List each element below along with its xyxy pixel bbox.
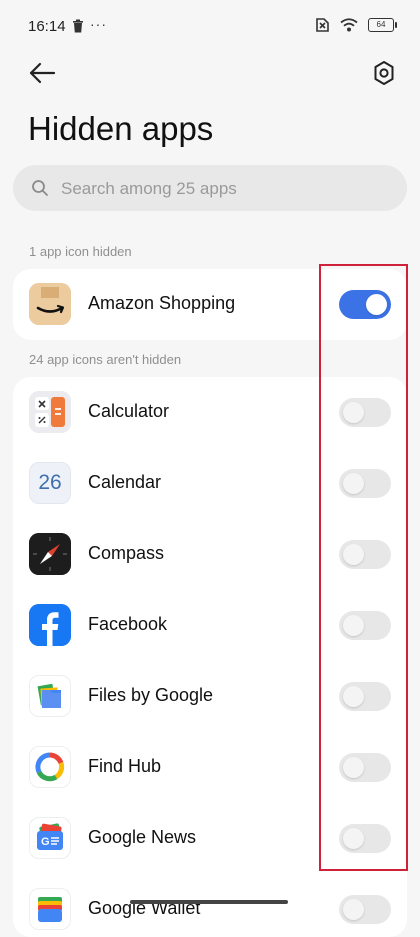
facebook-icon: [29, 604, 71, 646]
app-row-google-wallet[interactable]: Google Wallet: [13, 874, 407, 937]
hide-toggle-google-news[interactable]: [339, 824, 391, 853]
back-arrow-icon[interactable]: [28, 60, 56, 86]
no-sim-icon: [316, 18, 329, 32]
toggle-knob: [343, 615, 364, 636]
hide-toggle-calculator[interactable]: [339, 398, 391, 427]
visible-apps-card: Calculator 26 Calendar Compass Facebook …: [13, 377, 407, 937]
app-name-label: Find Hub: [88, 756, 162, 776]
app-row-compass[interactable]: Compass: [13, 519, 407, 590]
app-row-google-news[interactable]: G Google News: [13, 803, 407, 874]
search-icon: [32, 180, 48, 196]
calendar-icon-date: 26: [38, 471, 62, 494]
calculator-icon: [29, 391, 71, 433]
toggle-knob: [343, 757, 364, 778]
hide-toggle-amazon-shopping[interactable]: [339, 290, 391, 319]
google-wallet-icon: [29, 888, 71, 930]
app-name-label: Facebook: [88, 614, 168, 634]
toggle-knob: [343, 828, 364, 849]
files-by-google-icon: [29, 675, 71, 717]
app-row-calendar[interactable]: 26 Calendar: [13, 448, 407, 519]
find-hub-icon: [29, 746, 71, 788]
calendar-icon: 26: [29, 462, 71, 504]
hide-toggle-find-hub[interactable]: [339, 753, 391, 782]
more-notifications-icon: ···: [90, 16, 107, 32]
app-row-find-hub[interactable]: Find Hub: [13, 732, 407, 803]
gesture-home-bar[interactable]: [130, 900, 288, 904]
app-name-label: Amazon Shopping: [88, 293, 236, 313]
status-bar: 16:14 ··· 64: [0, 0, 420, 56]
app-row-facebook[interactable]: Facebook: [13, 590, 407, 661]
search-bar[interactable]: [13, 165, 407, 213]
status-right: 64: [314, 18, 397, 32]
toggle-knob: [343, 686, 364, 707]
app-name-label: Files by Google: [88, 685, 214, 705]
status-time: 16:14: [28, 18, 66, 35]
app-row-amazon-shopping[interactable]: Amazon Shopping: [13, 269, 407, 340]
app-name-label: Calendar: [88, 472, 162, 492]
app-name-label: Calculator: [88, 401, 170, 421]
toggle-knob: [343, 544, 364, 565]
hidden-apps-card: Amazon Shopping: [13, 269, 407, 340]
app-row-calculator[interactable]: Calculator: [13, 377, 407, 448]
compass-icon: [29, 533, 71, 575]
toggle-knob: [343, 402, 364, 423]
trash-icon: [73, 19, 83, 33]
battery-icon: 64: [368, 18, 397, 32]
app-name-label: Compass: [88, 543, 165, 563]
wifi-icon: [340, 18, 358, 32]
search-input[interactable]: [59, 165, 393, 213]
toggle-knob: [366, 294, 387, 315]
app-name-label: Google News: [88, 827, 197, 847]
amazon-shopping-icon: [29, 283, 71, 325]
hide-toggle-compass[interactable]: [339, 540, 391, 569]
page-title: Hidden apps: [28, 110, 214, 147]
svg-text:G: G: [41, 836, 50, 848]
hidden-section-label: 1 app icon hidden: [29, 244, 132, 259]
visible-section-label: 24 app icons aren't hidden: [29, 352, 182, 367]
settings-gear-icon[interactable]: [372, 60, 396, 86]
hide-toggle-files-by-google[interactable]: [339, 682, 391, 711]
hide-toggle-calendar[interactable]: [339, 469, 391, 498]
hide-toggle-facebook[interactable]: [339, 611, 391, 640]
toggle-knob: [343, 473, 364, 494]
app-row-files-by-google[interactable]: Files by Google: [13, 661, 407, 732]
google-news-icon: G: [29, 817, 71, 859]
